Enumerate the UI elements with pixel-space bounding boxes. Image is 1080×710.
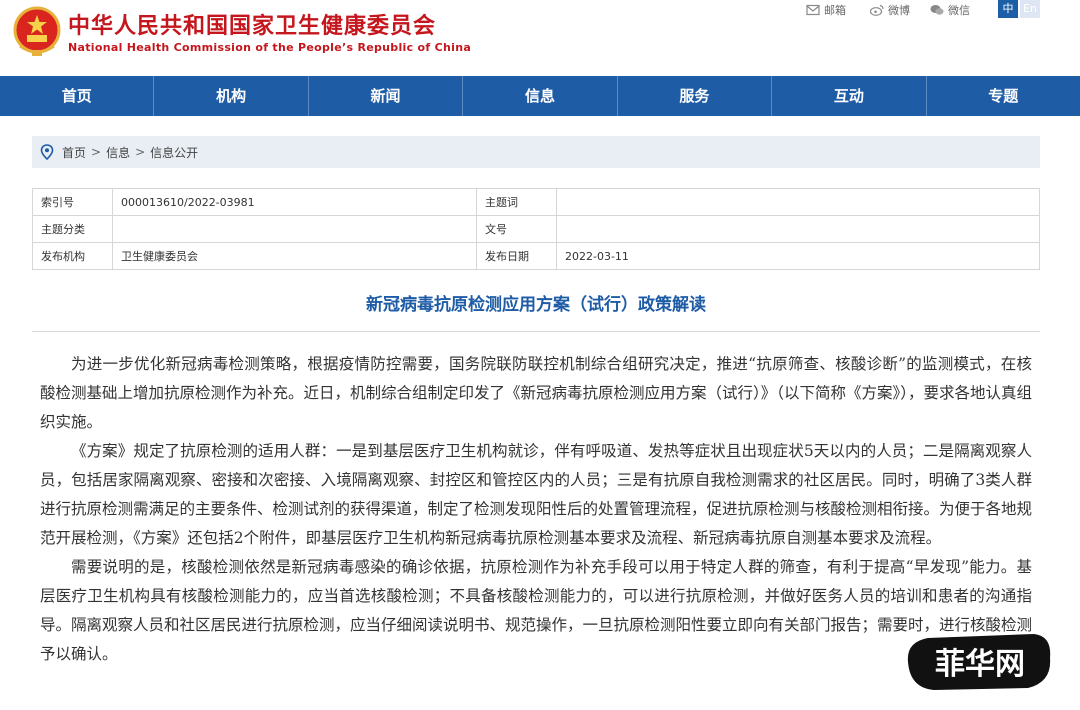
breadcrumb-separator: >: [91, 145, 102, 159]
breadcrumb-info-disclosure[interactable]: 信息公开: [150, 144, 198, 161]
mail-link[interactable]: 邮箱: [806, 2, 846, 18]
site-header: 中华人民共和国国家卫生健康委员会 National Health Commiss…: [0, 0, 1080, 76]
lang-en-button[interactable]: En: [1020, 0, 1040, 18]
mail-label: 邮箱: [824, 4, 846, 17]
weibo-icon: [870, 4, 884, 16]
article-paragraph: 为进一步优化新冠病毒检测策略，根据疫情防控需要，国务院联防联控机制综合组研究决定…: [40, 355, 1033, 431]
subject-word-value: [556, 188, 1040, 216]
table-row: 索引号 000013610/2022-03981 主题词: [32, 188, 1040, 216]
national-emblem-icon[interactable]: [12, 6, 62, 58]
watermark-logo: 菲华网: [907, 634, 1051, 690]
watermark-text: 菲华网: [935, 647, 1025, 682]
wechat-icon: [930, 5, 944, 15]
index-number-value: 000013610/2022-03981: [112, 188, 477, 216]
lang-zh-button[interactable]: 中: [998, 0, 1018, 18]
weibo-link[interactable]: 微博: [870, 2, 910, 18]
site-title-en: National Health Commission of the People…: [68, 41, 472, 54]
title-divider: [32, 331, 1040, 332]
nav-item-services[interactable]: 服务: [618, 76, 773, 116]
mail-icon: [806, 4, 820, 16]
table-row: 主题分类 文号: [32, 215, 1040, 243]
breadcrumb-separator: >: [135, 145, 146, 159]
subject-category-label: 主题分类: [32, 215, 113, 243]
publish-date-value: 2022-03-11: [556, 242, 1040, 270]
article-body: 为进一步优化新冠病毒检测策略，根据疫情防控需要，国务院联防联控机制综合组研究决定…: [40, 350, 1032, 669]
index-number-label: 索引号: [32, 188, 113, 216]
breadcrumb-information[interactable]: 信息: [106, 144, 130, 161]
main-nav: 首页 机构 新闻 信息 服务 互动 专题: [0, 76, 1080, 116]
article-paragraph: 《方案》规定了抗原检测的适用人群：一是到基层医疗卫生机构就诊，伴有呼吸道、发热等…: [40, 442, 1033, 547]
wechat-label: 微信: [948, 4, 970, 17]
subject-word-label: 主题词: [476, 188, 557, 216]
subject-category-value: [112, 215, 477, 243]
nav-item-topics[interactable]: 专题: [927, 76, 1080, 116]
document-number-value: [556, 215, 1040, 243]
article-paragraph: 需要说明的是，核酸检测依然是新冠病毒感染的确诊依据，抗原检测作为补充手段可以用于…: [40, 558, 1033, 663]
nav-item-organization[interactable]: 机构: [154, 76, 309, 116]
nav-item-news[interactable]: 新闻: [309, 76, 464, 116]
nav-item-home[interactable]: 首页: [0, 76, 155, 116]
article-title: 新冠病毒抗原检测应用方案（试行）政策解读: [366, 295, 706, 315]
table-row: 发布机构 卫生健康委员会 发布日期 2022-03-11: [32, 242, 1040, 270]
weibo-label: 微博: [888, 4, 910, 17]
publish-date-label: 发布日期: [476, 242, 557, 270]
location-pin-icon: [40, 144, 54, 160]
publisher-label: 发布机构: [32, 242, 113, 270]
nav-item-information[interactable]: 信息: [463, 76, 618, 116]
site-title-cn[interactable]: 中华人民共和国国家卫生健康委员会: [68, 8, 436, 40]
publisher-value: 卫生健康委员会: [112, 242, 477, 270]
nav-item-interaction[interactable]: 互动: [772, 76, 927, 116]
wechat-link[interactable]: 微信: [930, 2, 970, 18]
document-info-table: 索引号 000013610/2022-03981 主题词 主题分类 文号 发布机…: [32, 188, 1040, 270]
document-number-label: 文号: [476, 215, 557, 243]
breadcrumb: 首页 > 信息 > 信息公开: [32, 136, 1040, 168]
breadcrumb-home[interactable]: 首页: [62, 144, 86, 161]
